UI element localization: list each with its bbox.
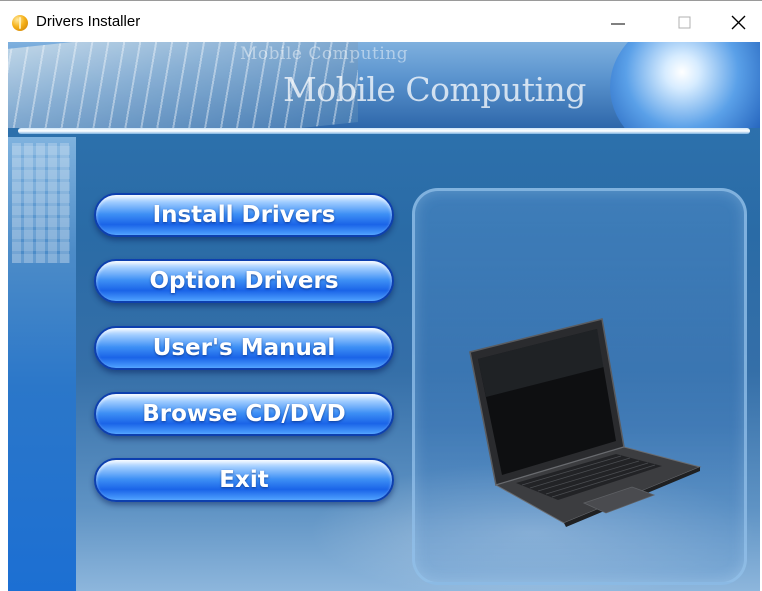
minimize-icon	[611, 23, 625, 25]
title-bar: Drivers Installer	[0, 0, 762, 42]
banner-globe-image	[610, 42, 760, 128]
close-button[interactable]	[716, 1, 762, 43]
left-decorative-strip	[8, 137, 76, 591]
minimize-button[interactable]	[596, 1, 642, 43]
maximize-button[interactable]	[662, 1, 708, 43]
banner: Mobile Computing Mobile Computing	[8, 42, 760, 128]
laptop-image	[469, 318, 702, 527]
cd-icon	[12, 15, 28, 31]
maximize-icon	[678, 16, 691, 29]
installer-content: Mobile Computing Mobile Computing Instal…	[8, 42, 760, 591]
banner-logo-large: Mobile Computing	[283, 70, 586, 109]
browse-cd-dvd-button[interactable]: Browse CD/DVD	[94, 392, 394, 436]
close-icon	[731, 15, 746, 30]
banner-divider	[18, 128, 750, 134]
install-drivers-button[interactable]: Install Drivers	[94, 193, 394, 237]
exit-button[interactable]: Exit	[94, 458, 394, 502]
banner-logo-small: Mobile Computing	[240, 44, 409, 64]
window-title: Drivers Installer	[36, 13, 141, 30]
users-manual-button[interactable]: User's Manual	[94, 326, 394, 370]
tile-pattern	[12, 143, 70, 263]
option-drivers-button[interactable]: Option Drivers	[94, 259, 394, 303]
